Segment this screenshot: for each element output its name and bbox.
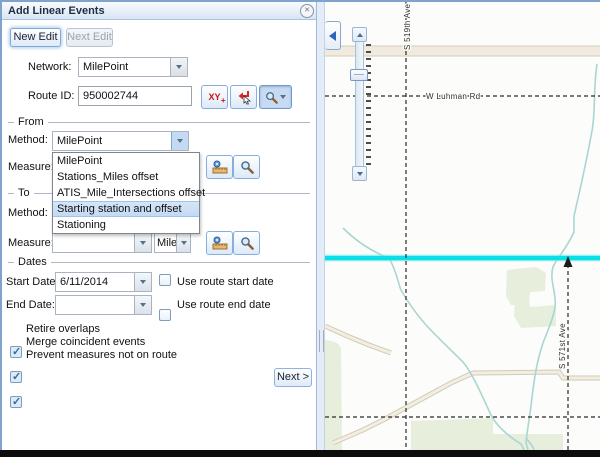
use-route-end-date-label: Use route end date	[177, 299, 271, 311]
option-checkbox[interactable]	[10, 346, 22, 358]
dropdown-option[interactable]: Stationing	[53, 217, 199, 233]
map-label-road-west: W Luhman Rd	[426, 92, 480, 101]
measure-ruler-icon	[212, 236, 228, 251]
chevron-down-icon[interactable]	[134, 234, 151, 252]
dropdown-option[interactable]: MilePoint	[53, 153, 199, 169]
chevron-down-icon[interactable]	[170, 58, 187, 76]
dates-section-legend: Dates	[8, 256, 310, 268]
select-route-icon	[236, 89, 252, 105]
from-measure-label: Measure:	[8, 161, 54, 173]
chevron-down-icon[interactable]	[176, 234, 190, 252]
to-measure-search-button[interactable]	[233, 231, 260, 255]
network-select[interactable]: MilePoint	[78, 57, 188, 77]
new-edit-button[interactable]: New Edit	[10, 28, 61, 47]
use-route-start-date-label: Use route start date	[177, 276, 274, 288]
from-measure-on-map-button[interactable]	[206, 155, 233, 179]
panel-title: Add Linear Events	[8, 5, 105, 17]
to-method-label: Method:	[8, 207, 48, 219]
zoom-slider-ticks	[366, 44, 372, 170]
end-date-select[interactable]	[55, 295, 152, 315]
use-route-end-date-checkbox[interactable]	[159, 309, 171, 321]
option-checkbox-label: Merge coincident events	[26, 336, 145, 348]
search-icon	[240, 160, 254, 174]
next-button[interactable]: Next >	[274, 368, 312, 387]
to-units-select[interactable]: Miles	[154, 233, 191, 253]
chevron-down-icon	[280, 95, 286, 99]
route-id-input[interactable]: 950002744	[78, 86, 192, 106]
search-icon	[240, 236, 254, 250]
window-top-edge	[0, 0, 600, 2]
zoom-in-button[interactable]	[352, 27, 367, 42]
next-edit-button[interactable]: Next Edit	[66, 28, 113, 47]
xy-coordinates-button[interactable]: XY+	[201, 85, 228, 109]
from-measure-search-button[interactable]	[233, 155, 260, 179]
to-measure-input[interactable]	[52, 233, 152, 253]
map-label-avenue-north: S 519th Ave	[403, 3, 412, 50]
select-route-on-map-button[interactable]	[230, 85, 257, 109]
dropdown-option[interactable]: ATIS_Mile_Intersections offset	[53, 185, 199, 201]
use-route-start-date-checkbox[interactable]	[159, 274, 171, 286]
start-date-select[interactable]: 6/11/2014	[55, 272, 152, 292]
route-search-split-button[interactable]	[259, 85, 292, 109]
panel-splitter[interactable]	[317, 2, 325, 450]
close-icon[interactable]: ✕	[300, 4, 314, 18]
arrow-up-icon	[357, 33, 363, 37]
start-date-label: Start Date:	[6, 276, 59, 288]
arrow-down-icon	[357, 172, 363, 176]
chevron-down-icon[interactable]	[134, 296, 151, 314]
search-icon	[265, 91, 278, 104]
xy-icon: XY+	[208, 92, 220, 102]
method-dropdown-list[interactable]: MilePointStations_Miles offsetATIS_Mile_…	[52, 152, 200, 234]
window-left-edge	[0, 0, 2, 450]
zoom-slider-thumb[interactable]	[350, 69, 368, 81]
dropdown-option[interactable]: Starting station and offset	[53, 201, 199, 217]
option-checkbox-label: Retire overlaps	[26, 323, 100, 335]
dropdown-option[interactable]: Stations_Miles offset	[53, 169, 199, 185]
map-vegetation	[325, 267, 563, 450]
to-measure-on-map-button[interactable]	[206, 231, 233, 255]
from-section-legend: From	[8, 116, 310, 128]
panel-collapse-button[interactable]	[325, 21, 341, 50]
route-id-label: Route ID:	[28, 90, 74, 102]
option-checkbox-label: Prevent measures not on route	[26, 349, 177, 361]
from-method-select[interactable]: MilePoint	[52, 131, 189, 151]
chevron-down-icon[interactable]	[134, 273, 151, 291]
collapse-left-icon	[329, 31, 336, 41]
zoom-slider-track[interactable]	[355, 40, 364, 169]
network-label: Network:	[28, 61, 71, 73]
chevron-down-icon[interactable]	[171, 132, 188, 150]
window-bottom-edge	[0, 450, 600, 457]
end-date-label: End Date:	[6, 299, 55, 311]
option-checkbox[interactable]	[10, 396, 22, 408]
to-measure-label: Measure:	[8, 237, 54, 249]
measure-ruler-icon	[212, 160, 228, 175]
splitter-grip-icon	[319, 330, 324, 352]
map-label-avenue-south: S 571st Ave	[558, 323, 567, 369]
from-method-label: Method:	[8, 134, 48, 146]
option-checkbox[interactable]	[10, 371, 22, 383]
zoom-out-button[interactable]	[352, 166, 367, 181]
